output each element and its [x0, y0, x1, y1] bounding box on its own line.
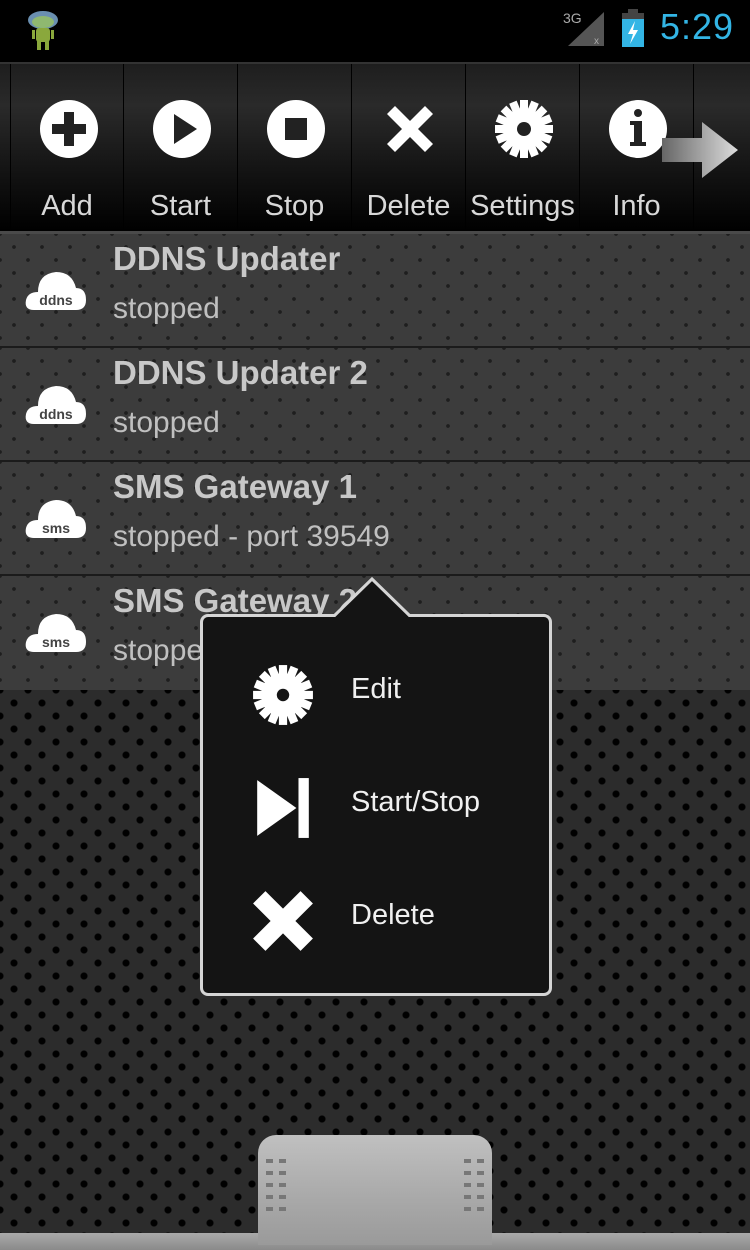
context-menu: Edit Start/Stop Delete	[200, 614, 552, 996]
gear-icon	[495, 100, 553, 158]
add-label: Add	[41, 190, 93, 222]
battery-charging-icon	[622, 9, 644, 47]
add-button[interactable]: Add	[10, 64, 124, 231]
android-cloud-icon	[28, 11, 58, 50]
status-bar: 3G x 5:29	[0, 0, 750, 62]
menu-item-delete[interactable]: Delete	[203, 869, 549, 969]
start-label: Start	[149, 190, 212, 222]
menu-item-start-stop[interactable]: Start/Stop	[203, 756, 549, 856]
popup-pointer	[334, 576, 412, 618]
service-status: stopped	[113, 406, 220, 439]
info-label: Info	[612, 190, 661, 222]
info-circle-icon	[609, 100, 667, 158]
list-item[interactable]: ddns DDNS Updater 2 stopped	[0, 348, 750, 462]
clock: 5:29	[660, 6, 735, 47]
gear-icon	[253, 665, 313, 725]
x-icon	[253, 891, 313, 951]
signal-no-data-icon: x	[568, 12, 604, 47]
menu-item-edit[interactable]: Edit	[203, 643, 549, 743]
list-item[interactable]: ddns DDNS Updater stopped	[0, 234, 750, 348]
grip-left-icon	[266, 1159, 286, 1219]
settings-label: Settings	[470, 190, 575, 222]
list-item[interactable]: sms SMS Gateway 1 stopped - port 39549	[0, 462, 750, 576]
stop-button[interactable]: Stop	[238, 64, 352, 231]
svg-text:sms: sms	[42, 634, 70, 650]
grip-right-icon	[464, 1159, 484, 1219]
arrow-right-icon[interactable]	[662, 118, 742, 182]
svg-text:sms: sms	[42, 520, 70, 536]
service-status: stopped	[113, 292, 220, 325]
menu-label: Edit	[351, 673, 401, 705]
sms-cloud-icon: sms	[25, 500, 86, 538]
x-icon	[387, 106, 433, 152]
action-toolbar: Add Start Stop Delete Settings Info	[0, 62, 750, 234]
svg-text:ddns: ddns	[39, 292, 73, 308]
svg-text:x: x	[594, 36, 599, 47]
service-title: DDNS Updater	[113, 240, 341, 277]
service-title: DDNS Updater 2	[113, 354, 368, 391]
menu-label: Start/Stop	[351, 786, 480, 818]
play-circle-icon	[153, 100, 211, 158]
delete-button[interactable]: Delete	[352, 64, 466, 231]
plus-circle-icon	[40, 100, 98, 158]
svg-text:ddns: ddns	[39, 406, 73, 422]
service-status: stopped - port 39549	[113, 520, 390, 553]
start-button[interactable]: Start	[124, 64, 238, 231]
stop-circle-icon	[267, 100, 325, 158]
play-pause-icon	[257, 778, 309, 838]
service-title: SMS Gateway 1	[113, 468, 357, 505]
stop-label: Stop	[264, 190, 325, 222]
settings-button[interactable]: Settings	[466, 64, 580, 231]
delete-label: Delete	[366, 190, 451, 222]
sms-cloud-icon: sms	[25, 614, 86, 652]
menu-label: Delete	[351, 899, 435, 931]
drawer-handle[interactable]	[258, 1135, 492, 1245]
ddns-cloud-icon: ddns	[25, 272, 86, 310]
ddns-cloud-icon: ddns	[25, 386, 86, 424]
